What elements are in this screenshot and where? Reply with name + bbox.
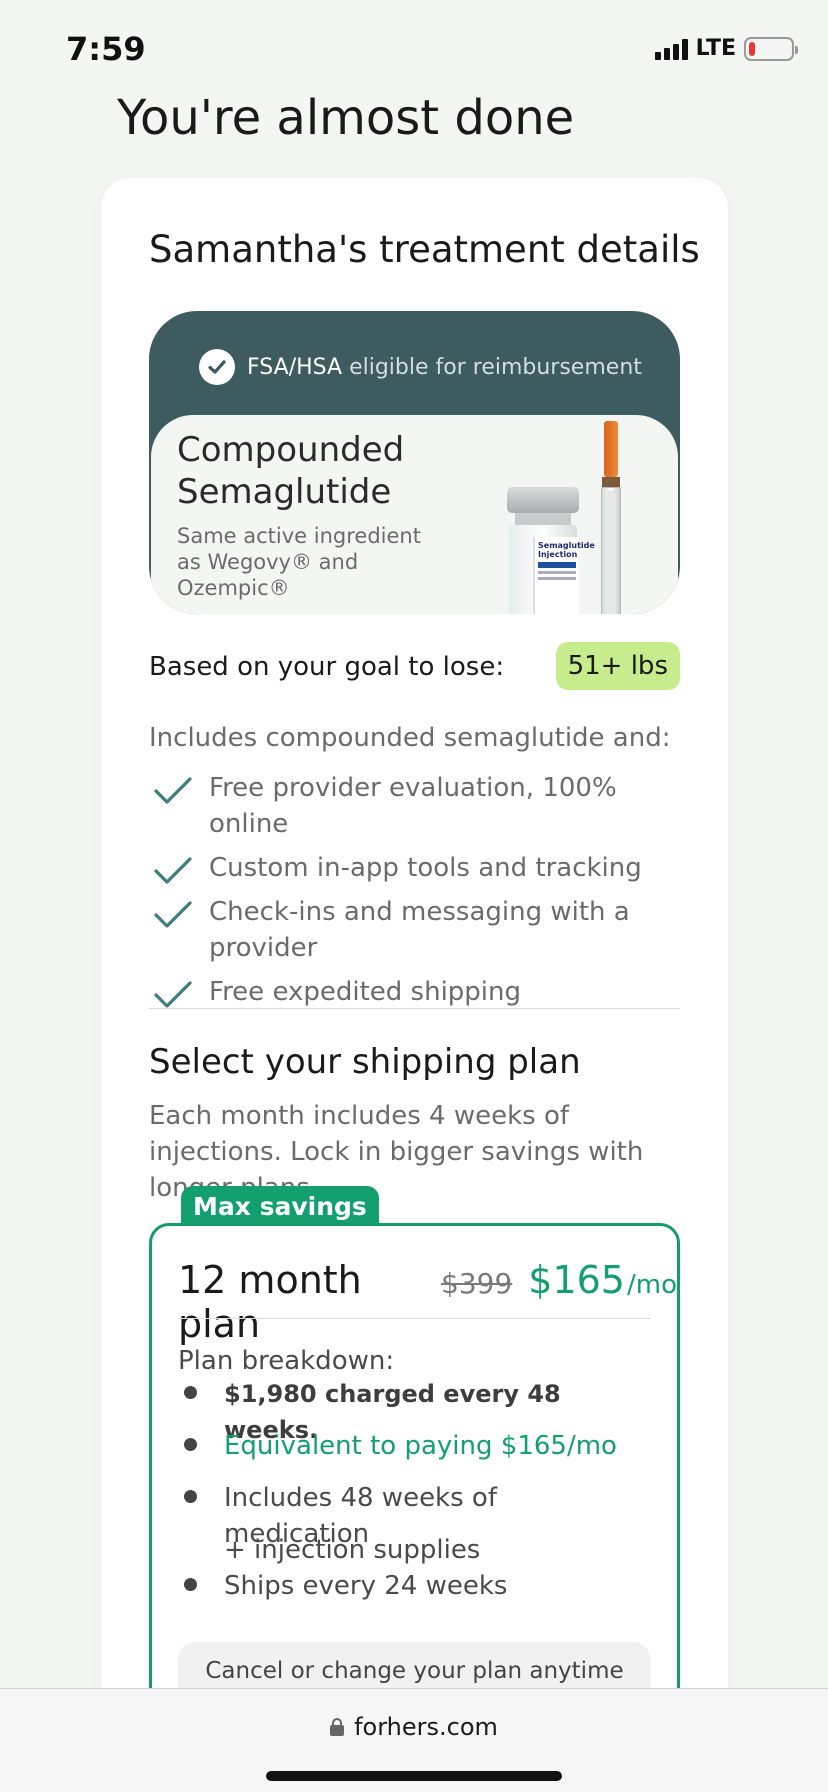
- bullet-icon: [184, 1578, 197, 1591]
- plan-name: 12 month plan: [178, 1258, 362, 1346]
- list-item-text: Free expedited shipping: [209, 977, 522, 1007]
- includes-list: Free provider evaluation, 100% online Cu…: [149, 770, 680, 1018]
- treatment-card: Samantha's treatment details FSA/HSA eli…: [101, 178, 728, 1743]
- breakdown-item: Ships every 24 weeks: [178, 1568, 638, 1604]
- syringe-image: [599, 421, 623, 614]
- check-circle-icon: [199, 349, 235, 385]
- breakdown-item: Equivalent to paying $165/mo: [178, 1428, 638, 1464]
- goal-row: Based on your goal to lose: 51+ lbs: [149, 642, 680, 690]
- signal-icon: [654, 38, 688, 60]
- list-item: Free provider evaluation, 100% online: [149, 770, 680, 842]
- status-bar: 7:59 LTE: [0, 0, 828, 100]
- list-item-text: Free provider evaluation, 100% online: [209, 773, 617, 839]
- list-item: Custom in-app tools and tracking: [149, 850, 680, 886]
- check-icon: [154, 857, 192, 884]
- list-item-text: Check-ins and messaging with a provider: [209, 897, 630, 963]
- status-indicators: LTE: [654, 36, 798, 61]
- list-item-text: Custom in-app tools and tracking: [209, 853, 642, 883]
- plan-divider: [178, 1318, 651, 1319]
- goal-label: Based on your goal to lose:: [149, 652, 505, 682]
- plan-old-price: $399: [441, 1267, 513, 1300]
- plan-new-price: $165: [528, 1258, 625, 1302]
- product-panel: Compounded Semaglutide Same active ingre…: [151, 415, 678, 614]
- battery-icon: [744, 36, 798, 61]
- includes-label: Includes compounded semaglutide and:: [149, 723, 671, 753]
- status-time: 7:59: [66, 30, 146, 68]
- page-title: You're almost done: [117, 90, 575, 146]
- check-icon: [154, 777, 192, 804]
- list-item: Free expedited shipping: [149, 974, 680, 1010]
- breakdown-label: Plan breakdown:: [178, 1346, 395, 1376]
- vial-label-text: Semaglutide Injection: [538, 541, 595, 559]
- breakdown-item-continued: + injection supplies: [224, 1535, 481, 1565]
- goal-badge: 51+ lbs: [555, 642, 680, 690]
- lock-icon: [330, 1718, 345, 1736]
- check-icon: [154, 901, 192, 928]
- plan-header: 12 month plan $399 $165 /mo: [178, 1258, 677, 1346]
- plan-option-12-month[interactable]: 12 month plan $399 $165 /mo Plan breakdo…: [149, 1223, 680, 1743]
- plan-per-month: /mo: [627, 1270, 677, 1300]
- battery-level: [749, 41, 755, 56]
- bullet-icon: [184, 1438, 197, 1451]
- fsa-label: FSA/HSA: [247, 354, 343, 380]
- product-box: FSA/HSA eligible for reimbursement Compo…: [149, 311, 680, 614]
- max-savings-tag: Max savings: [181, 1186, 379, 1228]
- shipping-title: Select your shipping plan: [149, 1042, 581, 1082]
- list-item: Check-ins and messaging with a provider: [149, 894, 680, 966]
- card-title: Samantha's treatment details: [149, 228, 700, 271]
- bullet-icon: [184, 1490, 197, 1503]
- check-icon: [154, 981, 192, 1008]
- url-row[interactable]: forhers.com: [0, 1713, 828, 1741]
- bullet-icon: [184, 1386, 197, 1399]
- vial-image: Semaglutide Injection: [507, 487, 595, 614]
- divider: [149, 1008, 680, 1009]
- url-text[interactable]: forhers.com: [354, 1713, 498, 1741]
- product-subtitle: Same active ingredient as Wegovy® and Oz…: [177, 524, 421, 600]
- fsa-description: eligible for reimbursement: [342, 354, 642, 380]
- home-indicator[interactable]: [266, 1771, 562, 1781]
- browser-url-bar[interactable]: forhers.com: [0, 1688, 828, 1792]
- product-name: Compounded Semaglutide: [177, 430, 405, 512]
- fsa-eligibility: FSA/HSA eligible for reimbursement: [199, 349, 642, 385]
- network-label: LTE: [695, 36, 736, 61]
